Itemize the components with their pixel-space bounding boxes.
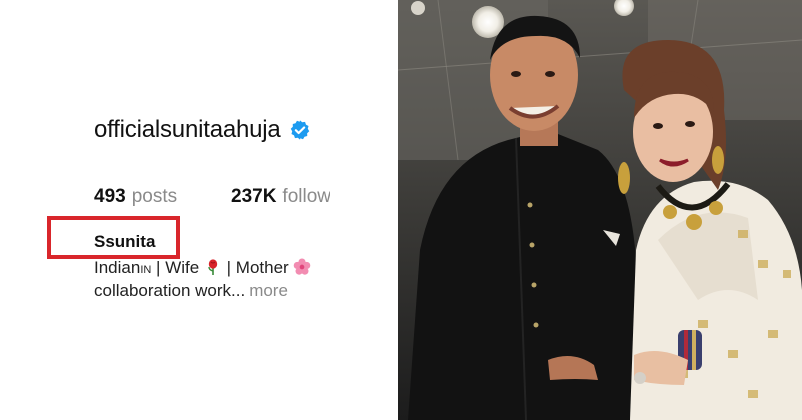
more-link[interactable]: more [249,281,288,300]
rose-emoji-icon [208,259,218,275]
posts-stat[interactable]: 493 posts [94,186,231,208]
bio-flag-text: IN [140,264,152,276]
followers-count: 237K [231,186,277,207]
posts-label: posts [131,186,178,207]
posts-count: 493 [94,186,126,207]
verified-badge-icon [290,120,309,140]
profile-panel: officialsunitaahuja 493 posts 237K follo… [0,0,398,420]
bio-indian: Indian [94,258,141,277]
cherry-blossom-emoji-icon [293,258,310,275]
followers-stat[interactable]: 237K follow [231,186,330,208]
couple-photo-illustration [398,0,802,420]
username[interactable]: officialsunitaahuja [94,116,281,144]
followers-label: follow [282,186,330,207]
couple-photo [398,0,802,420]
stats-row: 493 posts 237K follow [94,186,330,208]
bio-collab: collaboration work... [94,281,246,300]
bio-mother: | Mother [221,258,289,277]
username-row: officialsunitaahuja [94,116,311,144]
bio-line-1: IndianIN | Wife | Mother [94,258,311,278]
bio-name: Ssunita [94,232,156,251]
stats-clip: 493 posts 237K follow [0,170,330,220]
bio-line-2: collaboration work... more [94,281,288,301]
bio-wife: | Wife [151,258,204,277]
